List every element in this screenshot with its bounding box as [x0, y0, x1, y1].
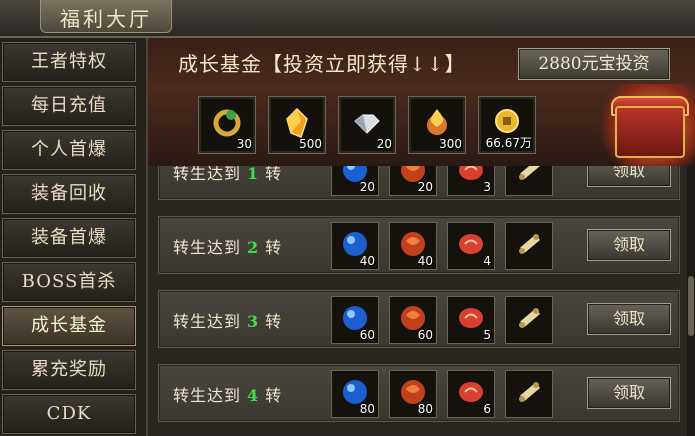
reward-count: 66.67万 — [485, 136, 532, 150]
item-count: 40 — [359, 254, 375, 268]
reward-row: 转生达到 3 转 60 60 5 领取 — [158, 290, 680, 348]
row-condition-prefix: 转生达到 — [173, 166, 242, 183]
row-condition-suffix: 转 — [265, 166, 283, 183]
item-count: 60 — [359, 328, 375, 342]
item-slot[interactable]: 80 — [389, 370, 437, 418]
row-condition-label: 转生达到 1 转 — [173, 166, 282, 184]
invest-button[interactable]: 2880元宝投资 — [518, 48, 670, 80]
treasure-chest-icon — [593, 84, 695, 166]
reward-count: 300 — [439, 137, 462, 151]
row-condition-prefix: 转生达到 — [173, 312, 242, 331]
row-condition-suffix: 转 — [265, 238, 283, 257]
item-slot[interactable] — [505, 222, 553, 270]
row-condition-suffix: 转 — [265, 312, 283, 331]
item-count: 3 — [483, 180, 491, 194]
sidebar-item-equipment-first-drop[interactable]: 装备首爆 — [2, 218, 136, 258]
item-slot[interactable] — [505, 166, 553, 196]
scrollbar[interactable] — [687, 166, 695, 436]
item-count: 20 — [359, 180, 375, 194]
scroll-icon — [519, 308, 540, 328]
claim-button[interactable]: 领取 — [587, 303, 671, 335]
growth-fund-header: 成长基金【投资立即获得↓↓】 2880元宝投资 30 500 20 300 66… — [148, 38, 695, 168]
reward-count: 500 — [299, 137, 322, 151]
row-level-number: 4 — [247, 386, 260, 405]
sidebar-item-growth-fund[interactable]: 成长基金 — [2, 306, 136, 346]
sidebar-item-personal-first-drop[interactable]: 个人首爆 — [2, 130, 136, 170]
item-slot[interactable]: 3 — [447, 166, 495, 196]
page-title: 成长基金【投资立即获得↓↓】 — [178, 52, 466, 76]
amber-crystal-icon — [286, 107, 308, 138]
reward-row: 转生达到 4 转 80 80 6 领取 — [158, 364, 680, 422]
item-slot[interactable] — [505, 296, 553, 344]
sidebar-item-cdk[interactable]: CDK — [2, 394, 136, 434]
row-level-number: 2 — [247, 238, 260, 257]
claim-button[interactable]: 领取 — [587, 229, 671, 261]
row-level-number: 3 — [247, 312, 260, 331]
item-slot[interactable]: 5 — [447, 296, 495, 344]
reward-slot[interactable]: 500 — [268, 96, 326, 154]
row-condition-label: 转生达到 3 转 — [173, 308, 282, 332]
sidebar-item-cumulative-recharge[interactable]: 累充奖励 — [2, 350, 136, 390]
scroll-icon — [519, 166, 540, 180]
golden-flame-orb-icon — [427, 109, 447, 135]
reward-slot[interactable]: 66.67万 — [478, 96, 536, 154]
item-count: 60 — [417, 328, 433, 342]
row-condition-prefix: 转生达到 — [173, 386, 242, 405]
reward-count: 30 — [236, 137, 252, 151]
item-slot[interactable]: 6 — [447, 370, 495, 418]
sidebar-item-boss-first-kill[interactable]: BOSS首杀 — [2, 262, 136, 302]
title-tab: 福利大厅 — [40, 0, 172, 33]
reward-row: 转生达到 2 转 40 40 4 领取 — [158, 216, 680, 274]
reward-slot[interactable]: 300 — [408, 96, 466, 154]
reward-slot[interactable]: 30 — [198, 96, 256, 154]
row-condition-label: 转生达到 2 转 — [173, 234, 282, 258]
sidebar: 王者特权 每日充值 个人首爆 装备回收 装备首爆 BOSS首杀 成长基金 累充奖… — [0, 38, 149, 436]
item-slot[interactable]: 20 — [331, 166, 379, 196]
claim-button[interactable]: 领取 — [587, 377, 671, 409]
scroll-icon — [519, 382, 540, 402]
red-talisman-icon — [459, 382, 483, 402]
window-title: 福利大厅 — [60, 7, 152, 31]
gold-dragon-ring-icon — [213, 109, 241, 137]
item-count: 6 — [483, 402, 491, 416]
reward-slot[interactable]: 20 — [338, 96, 396, 154]
item-count: 20 — [417, 180, 433, 194]
item-slot[interactable]: 20 — [389, 166, 437, 196]
item-slot[interactable]: 40 — [389, 222, 437, 270]
red-talisman-icon — [459, 166, 483, 180]
sidebar-item-equipment-recycle[interactable]: 装备回收 — [2, 174, 136, 214]
row-level-number: 1 — [247, 166, 260, 183]
item-count: 4 — [483, 254, 491, 268]
sidebar-item-daily-recharge[interactable]: 每日充值 — [2, 86, 136, 126]
claim-button[interactable]: 领取 — [587, 166, 671, 187]
item-slot[interactable] — [505, 370, 553, 418]
reward-row: 转生达到 1 转 20 20 3 领取 — [158, 166, 680, 200]
title-bar: 福利大厅 — [0, 0, 695, 38]
item-slot[interactable]: 60 — [389, 296, 437, 344]
red-talisman-icon — [459, 234, 483, 254]
item-count: 80 — [359, 402, 375, 416]
item-slot[interactable]: 80 — [331, 370, 379, 418]
diamond-icon — [354, 114, 380, 134]
reward-count: 20 — [376, 137, 392, 151]
item-slot[interactable]: 60 — [331, 296, 379, 344]
row-condition-prefix: 转生达到 — [173, 238, 242, 257]
row-condition-label: 转生达到 4 转 — [173, 382, 282, 406]
item-count: 40 — [417, 254, 433, 268]
scroll-icon — [519, 234, 540, 254]
sidebar-item-king-privilege[interactable]: 王者特权 — [2, 42, 136, 82]
reward-list: 转生达到 1 转 20 20 3 领取 转生达到 2 转 40 40 4 领取 转生达到 3 转 60 60 5 领取转… — [148, 166, 695, 436]
row-condition-suffix: 转 — [265, 386, 283, 405]
item-count: 5 — [483, 328, 491, 342]
red-talisman-icon — [459, 308, 483, 328]
item-slot[interactable]: 40 — [331, 222, 379, 270]
scroll-thumb[interactable] — [688, 276, 694, 336]
item-slot[interactable]: 4 — [447, 222, 495, 270]
item-count: 80 — [417, 402, 433, 416]
